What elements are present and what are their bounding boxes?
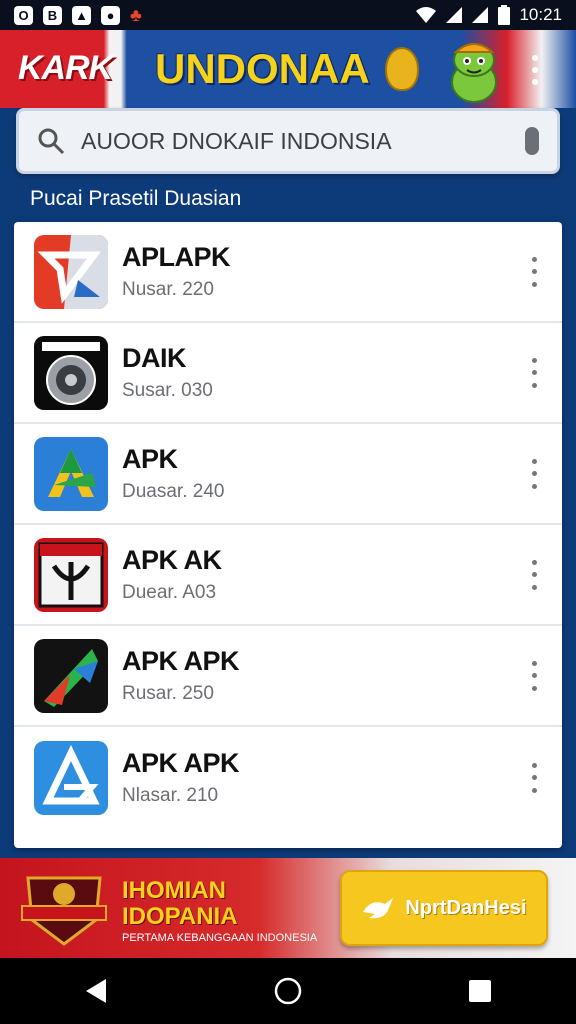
promo-subtitle: PERTAMA KEBANGGAAN INDONESIA xyxy=(122,932,318,944)
app-notification-icon: ♣ xyxy=(130,4,142,25)
list-item[interactable]: DAIK Susar. 030 xyxy=(14,323,562,424)
home-button[interactable] xyxy=(268,971,308,1011)
clock: 10:21 xyxy=(519,5,562,24)
promo-button-label: NprtDanHesi xyxy=(405,896,527,919)
home-icon xyxy=(274,977,302,1005)
search-bar[interactable] xyxy=(16,108,560,174)
recents-icon xyxy=(469,980,491,1002)
more-options-icon[interactable] xyxy=(528,559,540,590)
android-mascot-icon xyxy=(451,43,497,103)
promo-title-line: IHOMIAN xyxy=(122,877,226,904)
b-notification-icon: B xyxy=(43,5,62,25)
app-meta: Susar. 030 xyxy=(122,380,213,401)
more-options-icon[interactable] xyxy=(528,256,540,287)
status-bar: O B ▲ ● ♣ 10:21 xyxy=(0,0,576,30)
shield-badge-icon xyxy=(21,876,107,946)
app-meta: Rusar. 250 xyxy=(122,683,214,704)
app-name: APK xyxy=(122,444,178,474)
section-heading: Pucai Prasetil Duasian xyxy=(30,187,242,210)
list-item[interactable]: APLAPK Nusar. 220 xyxy=(14,222,562,323)
app-name: APK APK xyxy=(122,748,240,778)
safe-dial-icon xyxy=(34,335,108,410)
app-meta: Duear. A03 xyxy=(122,582,217,603)
red-emblem-icon xyxy=(34,537,108,612)
list-item[interactable]: APK APK Rusar. 250 xyxy=(14,626,562,727)
image-notification-icon: ▲ xyxy=(72,5,91,25)
green-a-icon xyxy=(34,436,108,511)
app-header: KARK UNDONAA xyxy=(0,30,576,108)
app-meta: Duasar. 240 xyxy=(122,481,225,502)
more-options-icon[interactable] xyxy=(528,660,540,691)
signal-icon xyxy=(472,7,489,23)
app-meta: Nlasar. 210 xyxy=(122,785,219,806)
app-name: DAIK xyxy=(122,343,186,373)
play-triangle-icon xyxy=(34,638,108,713)
promo-title: IHOMIAN IDOPANIA xyxy=(122,878,238,930)
promo-download-button[interactable]: NprtDanHesi xyxy=(340,870,548,946)
promo-banner[interactable]: IHOMIAN IDOPANIA PERTAMA KEBANGGAAN INDO… xyxy=(0,858,576,958)
blue-a-icon xyxy=(34,740,108,815)
search-icon xyxy=(38,128,65,155)
app-name: APK APK xyxy=(122,646,240,676)
app-name: APLAPK xyxy=(122,242,231,272)
garuda-emblem-icon xyxy=(385,47,419,91)
game-notification-icon: ● xyxy=(101,5,120,25)
signal-icon xyxy=(446,7,463,23)
more-options-icon[interactable] xyxy=(528,458,540,489)
header-overflow-menu-icon[interactable] xyxy=(525,52,545,88)
list-item[interactable]: APK AK Duear. A03 xyxy=(14,525,562,626)
battery-icon xyxy=(498,5,511,25)
notification-icons: O B ▲ ● ♣ xyxy=(14,5,142,26)
more-options-icon[interactable] xyxy=(528,762,540,793)
header-title: UNDONAA xyxy=(155,45,370,92)
app-name: APK AK xyxy=(122,545,222,575)
app-meta: Nusar. 220 xyxy=(122,279,214,300)
list-item[interactable]: APK APK Nlasar. 210 xyxy=(14,727,562,828)
back-icon xyxy=(86,979,106,1003)
red-star-icon xyxy=(34,234,108,309)
search-input[interactable] xyxy=(79,126,525,156)
system-status: 10:21 xyxy=(415,5,562,25)
system-navigation-bar xyxy=(0,958,576,1024)
back-button[interactable] xyxy=(76,971,116,1011)
promo-title-line: IDOPANIA xyxy=(122,903,238,930)
list-item[interactable]: APK Duasar. 240 xyxy=(14,424,562,525)
bird-icon xyxy=(363,898,394,919)
wifi-icon xyxy=(416,7,437,23)
app-list: APLAPK Nusar. 220 DAIK Susar. 030 APK Du… xyxy=(14,222,562,848)
o-notification-icon: O xyxy=(14,5,33,25)
recents-button[interactable] xyxy=(460,971,500,1011)
more-options-icon[interactable] xyxy=(528,357,540,388)
app-logo[interactable]: KARK xyxy=(18,44,113,92)
mic-icon[interactable] xyxy=(525,127,539,155)
